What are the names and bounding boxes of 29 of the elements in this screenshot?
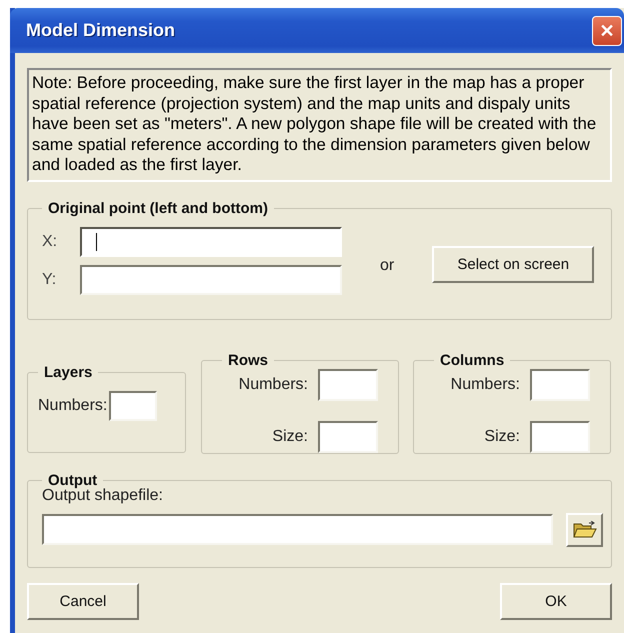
select-on-screen-button[interactable]: Select on screen bbox=[432, 246, 594, 283]
field-label: Numbers: bbox=[38, 396, 108, 414]
ok-button[interactable]: OK bbox=[500, 582, 612, 620]
field-label: X: bbox=[42, 232, 58, 250]
group-title: Output bbox=[47, 472, 98, 488]
cancel-button[interactable]: Cancel bbox=[27, 582, 139, 620]
close-button[interactable]: ✕ bbox=[592, 16, 622, 46]
browse-button[interactable] bbox=[566, 512, 603, 546]
numbers-field[interactable] bbox=[318, 368, 378, 400]
group-title: Layers bbox=[43, 364, 94, 380]
layers-field[interactable] bbox=[109, 390, 158, 420]
folder-icon bbox=[572, 520, 596, 538]
window-title: Model Dimension bbox=[26, 20, 176, 41]
or-text: or bbox=[380, 256, 394, 274]
coordinate-field[interactable] bbox=[80, 226, 342, 256]
size-field[interactable] bbox=[318, 420, 378, 452]
numbers-field[interactable] bbox=[530, 368, 590, 400]
field-label: Numbers: bbox=[238, 376, 308, 394]
coordinate-field[interactable] bbox=[80, 264, 342, 294]
note-text: Note: Before proceeding, make sure the first layer in the map has a proper spatial reference (projection system) and the map units and dispaly units have been set as "meters". A new polygon shape file will be created with the same spatial reference according to the dimension parameters given below and loaded as the first layer. bbox=[27, 68, 612, 182]
field-label: Numbers: bbox=[450, 376, 520, 394]
group-title: Original point (left and bottom) bbox=[47, 200, 269, 216]
size-field[interactable] bbox=[530, 420, 590, 452]
field-label: Y: bbox=[42, 270, 58, 288]
group-title: Columns bbox=[439, 352, 506, 368]
group-title: Rows bbox=[227, 352, 270, 368]
field-label: Size: bbox=[271, 428, 308, 446]
output-shapefile-field[interactable] bbox=[42, 514, 553, 545]
field-label: Size: bbox=[483, 428, 520, 446]
